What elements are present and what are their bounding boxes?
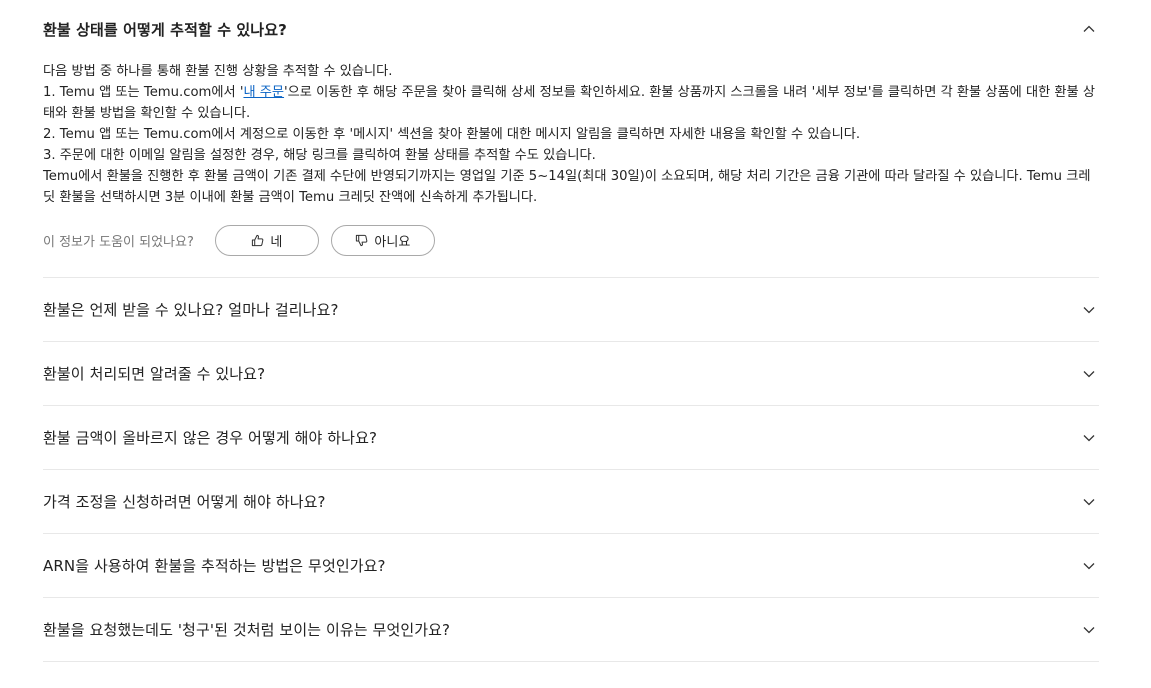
- faq-question-header[interactable]: 가격 조정을 신청하려면 어떻게 해야 하나요?: [43, 470, 1099, 533]
- faq-item: 환불 금액이 올바르지 않은 경우 어떻게 해야 하나요?: [43, 406, 1099, 470]
- faq-item: 환불이 처리되면 알려줄 수 있나요?: [43, 342, 1099, 406]
- feedback-yes-label: 네: [270, 234, 283, 250]
- faq-question-title: 환불 금액이 올바르지 않은 경우 어떻게 해야 하나요?: [43, 429, 378, 447]
- chevron-down-icon[interactable]: [1081, 430, 1097, 446]
- faq-question-header[interactable]: 환불 금액이 올바르지 않은 경우 어떻게 해야 하나요?: [43, 406, 1099, 469]
- faq-question-title: ARN을 사용하여 환불을 추적하는 방법은 무엇인가요?: [43, 557, 386, 575]
- thumbs-down-icon: [356, 234, 368, 246]
- faq-answer: 다음 방법 중 하나를 통해 환불 진행 상황을 추적할 수 있습니다. 1. …: [43, 58, 1099, 208]
- faq-list: 환불 상태를 어떻게 추적할 수 있나요? 다음 방법 중 하나를 통해 환불 …: [43, 0, 1099, 662]
- feedback-no-label: 아니요: [374, 234, 411, 250]
- thumbs-up-icon: [252, 234, 264, 246]
- feedback-no-button[interactable]: 아니요: [330, 224, 435, 256]
- faq-question-header[interactable]: 환불이 처리되면 알려줄 수 있나요?: [43, 342, 1099, 405]
- faq-question-header[interactable]: ARN을 사용하여 환불을 추적하는 방법은 무엇인가요?: [43, 534, 1099, 597]
- faq-item: ARN을 사용하여 환불을 추적하는 방법은 무엇인가요?: [43, 534, 1099, 598]
- faq-item: 가격 조정을 신청하려면 어떻게 해야 하나요?: [43, 470, 1099, 534]
- my-orders-link[interactable]: 내 주문: [243, 85, 284, 100]
- feedback-label: 이 정보가 도움이 되었나요?: [43, 234, 194, 250]
- answer-step-2: 2. Temu 앱 또는 Temu.com에서 계정으로 이동한 후 '메시지'…: [43, 127, 861, 142]
- chevron-up-icon[interactable]: [1081, 21, 1097, 37]
- faq-question-header[interactable]: 환불을 요청했는데도 '청구'된 것처럼 보이는 이유는 무엇인가요?: [43, 598, 1099, 661]
- answer-note: Temu에서 환불을 진행한 후 환불 금액이 기존 결제 수단에 반영되기까지…: [43, 169, 1091, 205]
- faq-question-title: 가격 조정을 신청하려면 어떻게 해야 하나요?: [43, 493, 326, 511]
- faq-question-title: 환불이 처리되면 알려줄 수 있나요?: [43, 365, 266, 383]
- chevron-down-icon[interactable]: [1081, 558, 1097, 574]
- faq-question-title: 환불 상태를 어떻게 추적할 수 있나요?: [43, 20, 287, 39]
- chevron-down-icon[interactable]: [1081, 366, 1097, 382]
- chevron-down-icon[interactable]: [1081, 622, 1097, 638]
- answer-step-1: 1. Temu 앱 또는 Temu.com에서 '내 주문'으로 이동한 후 해…: [43, 82, 1099, 124]
- faq-item: 환불을 요청했는데도 '청구'된 것처럼 보이는 이유는 무엇인가요?: [43, 598, 1099, 662]
- chevron-down-icon[interactable]: [1081, 494, 1097, 510]
- answer-intro: 다음 방법 중 하나를 통해 환불 진행 상황을 추적할 수 있습니다.: [43, 64, 393, 79]
- faq-question-header[interactable]: 환불은 언제 받을 수 있나요? 얼마나 걸리나요?: [43, 278, 1099, 341]
- faq-item-open: 환불 상태를 어떻게 추적할 수 있나요? 다음 방법 중 하나를 통해 환불 …: [43, 0, 1099, 278]
- chevron-down-icon[interactable]: [1081, 302, 1097, 318]
- feedback-row: 이 정보가 도움이 되었나요? 네 아니요: [43, 223, 1099, 257]
- feedback-yes-button[interactable]: 네: [214, 224, 319, 256]
- answer-step-1-pre: 1. Temu 앱 또는 Temu.com에서 ': [43, 85, 244, 100]
- faq-question-title: 환불은 언제 받을 수 있나요? 얼마나 걸리나요?: [43, 301, 339, 319]
- answer-step-3: 3. 주문에 대한 이메일 알림을 설정한 경우, 해당 링크를 클릭하여 환불…: [43, 148, 596, 163]
- faq-item: 환불은 언제 받을 수 있나요? 얼마나 걸리나요?: [43, 278, 1099, 342]
- faq-question-header[interactable]: 환불 상태를 어떻게 추적할 수 있나요?: [43, 0, 1099, 58]
- faq-question-title: 환불을 요청했는데도 '청구'된 것처럼 보이는 이유는 무엇인가요?: [43, 621, 451, 639]
